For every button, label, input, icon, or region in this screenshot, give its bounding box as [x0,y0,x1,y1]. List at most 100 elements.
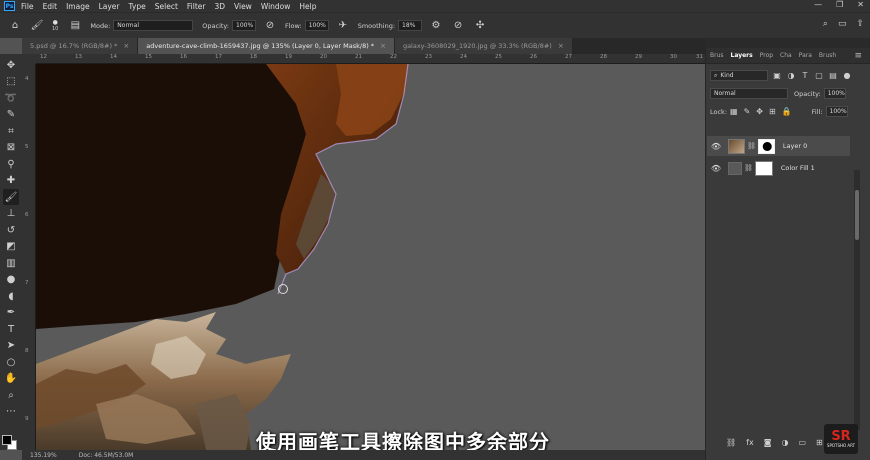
layer-opacity-field[interactable]: 100% [823,88,846,99]
lock-position-icon[interactable]: ✥ [756,107,763,116]
blur-tool-icon[interactable]: ● [3,272,19,288]
tab-paragraph[interactable]: Para [799,52,812,59]
visibility-eye-icon[interactable]: 👁 [709,164,723,173]
frame-tool-icon[interactable]: ⊠ [3,140,19,156]
shape-filter-icon[interactable]: ▢ [814,71,824,81]
tab-layers[interactable]: Layers [731,52,753,59]
layer-filter-select[interactable]: ⌕ Kind [710,70,768,81]
link-chain-icon[interactable]: ⛓ [747,142,756,150]
layers-scrollbar[interactable] [854,170,860,430]
tab-channels[interactable]: Cha [780,52,792,59]
document-canvas[interactable]: 使用画笔工具擦除图中多余部分 [36,64,705,450]
menu-view[interactable]: View [234,2,252,11]
layer-style-icon[interactable]: fx [746,438,754,447]
menu-help[interactable]: Help [299,2,316,11]
layer-mask-thumbnail[interactable] [754,160,773,176]
menu-window[interactable]: Window [261,2,291,11]
path-select-tool-icon[interactable]: ➤ [3,338,19,354]
menu-3d[interactable]: 3D [214,2,225,11]
link-layers-icon[interactable]: ⛓ [726,438,736,447]
layer-row-color-fill[interactable]: 👁 ⛓ Color Fill 1 [707,158,850,178]
pressure-opacity-icon[interactable]: ⊘ [263,19,277,33]
healing-brush-tool-icon[interactable]: ✚ [3,173,19,189]
menu-image[interactable]: Image [66,2,90,11]
visibility-eye-icon[interactable]: 👁 [709,142,723,151]
link-chain-icon[interactable]: ⛓ [744,164,753,172]
crop-tool-icon[interactable]: ⌗ [3,123,19,139]
panel-collapse-bar[interactable] [705,38,870,48]
dodge-tool-icon[interactable]: ◖ [3,288,19,304]
eyedropper-tool-icon[interactable]: ⚲ [3,156,19,172]
pressure-size-icon[interactable]: ⊘ [451,19,465,33]
menu-file[interactable]: File [21,2,34,11]
lock-transparent-icon[interactable]: ▦ [730,107,738,116]
layer-row-layer-0[interactable]: 👁 ⛓ Layer 0 [707,136,850,156]
layer-mask-thumbnail[interactable] [757,138,775,154]
pixel-filter-icon[interactable]: ▣ [772,71,782,81]
more-tools-icon[interactable]: ⋯ [3,404,19,420]
lock-artboard-icon[interactable]: ⊞ [769,107,776,116]
tab-adventure-cave-climb[interactable]: adventure-cave-climb-1659437.jpg @ 135% … [138,38,395,54]
lasso-tool-icon[interactable]: ➰ [3,90,19,106]
gradient-tool-icon[interactable]: ▥ [3,255,19,271]
clone-stamp-tool-icon[interactable]: ⊥ [3,206,19,222]
quick-select-tool-icon[interactable]: ✎ [3,107,19,123]
opacity-field[interactable]: 100% [232,20,256,31]
eraser-tool-icon[interactable]: ◩ [3,239,19,255]
new-group-icon[interactable]: ▭ [798,438,806,447]
adjustment-filter-icon[interactable]: ◑ [786,71,796,81]
zoom-level[interactable]: 135.19% [30,452,57,459]
menu-type[interactable]: Type [129,2,146,11]
tab-galaxy[interactable]: galaxy-3608029_1920.jpg @ 33.3% (RGB/8#)… [394,38,573,54]
brush-tool-icon[interactable]: 🖌 [3,189,19,205]
tab-brush-settings[interactable]: Brus [710,52,724,59]
tab-5-psd[interactable]: 5.psd @ 16.7% (RGB/8#) * × [22,38,139,54]
close-icon[interactable]: × [123,42,129,50]
brush-size-picker[interactable]: ● 10 [52,19,58,32]
symmetry-icon[interactable]: ✣ [473,19,487,33]
smoothing-settings-icon[interactable]: ⚙ [429,19,443,33]
marquee-tool-icon[interactable]: ⬚ [3,74,19,90]
tab-properties[interactable]: Prop [760,52,773,59]
type-filter-icon[interactable]: T [800,71,810,81]
share-icon[interactable]: ⇪ [856,19,864,29]
zoom-tool-icon[interactable]: ⌕ [3,387,19,403]
hand-tool-icon[interactable]: ✋ [3,371,19,387]
brush-preset-icon[interactable]: 🖌 [30,19,44,33]
new-layer-icon[interactable]: ⊞ [816,438,823,447]
history-brush-tool-icon[interactable]: ↺ [3,222,19,238]
blend-mode-select[interactable]: Normal [710,88,788,99]
flow-field[interactable]: 100% [304,20,329,31]
filter-toggle-icon[interactable]: ● [842,71,852,81]
menu-filter[interactable]: Filter [187,2,206,11]
shape-tool-icon[interactable]: ○ [3,354,19,370]
scrollbar-thumb[interactable] [855,190,859,240]
minimize-button[interactable]: — [814,0,822,9]
add-mask-icon[interactable]: ◙ [764,438,772,447]
lock-all-icon[interactable]: 🔒 [782,107,792,116]
adjustment-layer-icon[interactable]: ◑ [781,438,788,447]
type-tool-icon[interactable]: T [3,321,19,337]
smoothing-field[interactable]: 18% [398,20,423,31]
search-icon[interactable]: ⌕ [823,19,828,29]
fill-field[interactable]: 100% [825,106,848,117]
close-icon[interactable]: × [558,42,564,50]
restore-button[interactable]: ❐ [836,0,843,9]
mode-select[interactable]: Normal [113,20,194,31]
lock-image-icon[interactable]: ✎ [744,107,751,116]
pen-tool-icon[interactable]: ✒ [3,305,19,321]
menu-layer[interactable]: Layer [99,2,120,11]
close-icon[interactable]: × [380,42,386,50]
workspace-icon[interactable]: ▭ [838,19,847,29]
move-tool-icon[interactable]: ✥ [3,57,19,73]
smart-object-filter-icon[interactable]: ▤ [828,71,838,81]
foreground-color-swatch[interactable] [2,435,12,445]
close-window-button[interactable]: ✕ [857,0,864,9]
tab-brushes[interactable]: Brush [819,52,836,59]
home-icon[interactable]: ⌂ [8,19,22,33]
panel-menu-icon[interactable]: ≡ [854,51,862,61]
menu-select[interactable]: Select [155,2,178,11]
menu-edit[interactable]: Edit [43,2,58,11]
airbrush-icon[interactable]: ✈ [336,19,350,33]
brush-settings-icon[interactable]: ▤ [68,19,82,33]
